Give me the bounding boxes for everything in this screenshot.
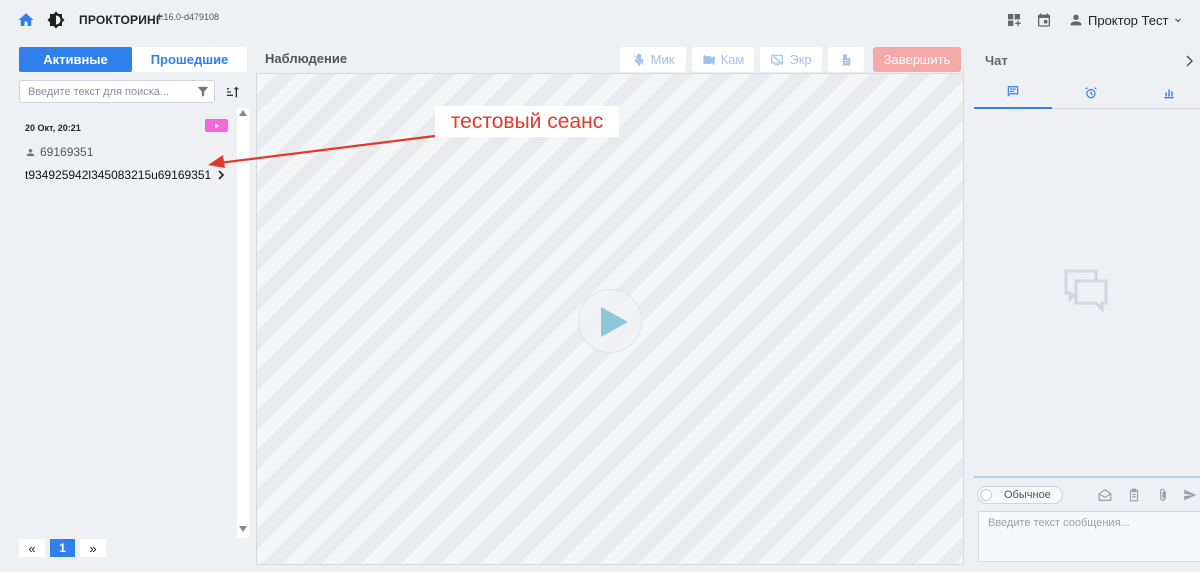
scroll-up-arrow-icon[interactable] — [239, 110, 247, 116]
user-name: Проктор Тест — [1088, 12, 1169, 28]
pagination-first[interactable]: « — [19, 539, 45, 557]
message-box — [978, 511, 1200, 562]
finish-button[interactable]: Завершить — [873, 47, 961, 72]
calendar-icon[interactable] — [1036, 12, 1052, 28]
pagination-current-page[interactable]: 1 — [50, 539, 75, 557]
user-menu[interactable]: Проктор Тест — [1068, 11, 1184, 29]
mic-button[interactable]: Мик — [620, 47, 686, 72]
chat-divider — [974, 476, 1200, 478]
tab-chat-alarms[interactable] — [1052, 77, 1130, 109]
theme-icon[interactable] — [47, 11, 65, 29]
send-icon[interactable] — [1183, 488, 1197, 502]
session-list-scrollbar[interactable] — [237, 108, 249, 538]
observation-title: Наблюдение — [265, 51, 348, 66]
session-date: 20 Окт, 20:21 — [25, 123, 81, 133]
message-mode-label: Обычное — [1004, 489, 1051, 501]
toggle-knob — [980, 489, 992, 501]
top-bar: ПРОКТОРИНГ 4.16.0-d479108 Проктор Тест — [0, 0, 1200, 40]
session-user-id: 69169351 — [40, 145, 94, 159]
play-icon — [601, 307, 628, 337]
app-version: 4.16.0-d479108 — [156, 12, 220, 22]
camera-off-icon — [702, 53, 715, 66]
tab-active-sessions[interactable]: Активные — [19, 47, 132, 72]
annotation-arrow-icon — [208, 134, 436, 168]
bar-chart-icon — [1164, 89, 1174, 99]
screen-label: Экр — [789, 52, 812, 67]
play-button[interactable] — [578, 289, 642, 353]
filter-icon[interactable] — [196, 84, 210, 99]
chat-empty-icon — [1064, 269, 1108, 313]
mic-off-icon — [633, 53, 644, 66]
tab-chat-messages[interactable] — [974, 77, 1052, 109]
search-field — [19, 80, 215, 103]
user-icon — [26, 148, 35, 157]
chat-tabs — [974, 77, 1200, 109]
document-button[interactable] — [828, 47, 864, 72]
camera-button[interactable]: Кам — [692, 47, 754, 72]
message-input[interactable] — [988, 517, 1193, 557]
search-input[interactable] — [28, 84, 188, 99]
pagination-last[interactable]: » — [80, 539, 106, 557]
home-icon[interactable] — [17, 11, 35, 29]
screen-button[interactable]: Экр — [760, 47, 822, 72]
tab-chat-stats[interactable] — [1130, 77, 1200, 109]
chevron-right-icon[interactable] — [1185, 55, 1193, 67]
chat-bubble-icon — [1007, 86, 1019, 97]
chevron-down-icon — [1175, 18, 1182, 23]
screen-share-off-icon — [771, 53, 784, 65]
apps-add-icon[interactable] — [1006, 12, 1022, 28]
sort-icon[interactable] — [225, 84, 241, 100]
scroll-down-arrow-icon[interactable] — [239, 526, 247, 532]
chevron-right-icon[interactable] — [216, 169, 226, 181]
session-list: 20 Окт, 20:21 69169351 t934925942l345083… — [19, 108, 237, 538]
session-code: t934925942l345083215u69169351 — [25, 168, 212, 182]
chat-title: Чат — [985, 53, 1008, 68]
clipboard-icon[interactable] — [1127, 488, 1141, 502]
mic-label: Мик — [650, 52, 675, 67]
tab-past-sessions[interactable]: Прошедшие — [132, 47, 247, 72]
message-mode-toggle[interactable]: Обычное — [977, 486, 1063, 504]
attach-icon[interactable] — [1156, 488, 1170, 502]
app-title: ПРОКТОРИНГ — [79, 13, 163, 27]
annotation-label: тестовый сеанс — [435, 106, 619, 137]
play-small-icon — [214, 123, 219, 128]
mail-open-icon[interactable] — [1098, 488, 1112, 502]
user-icon — [1070, 14, 1082, 26]
alarm-clock-icon — [1085, 87, 1097, 99]
camera-label: Кам — [720, 52, 745, 67]
document-icon — [842, 53, 852, 66]
